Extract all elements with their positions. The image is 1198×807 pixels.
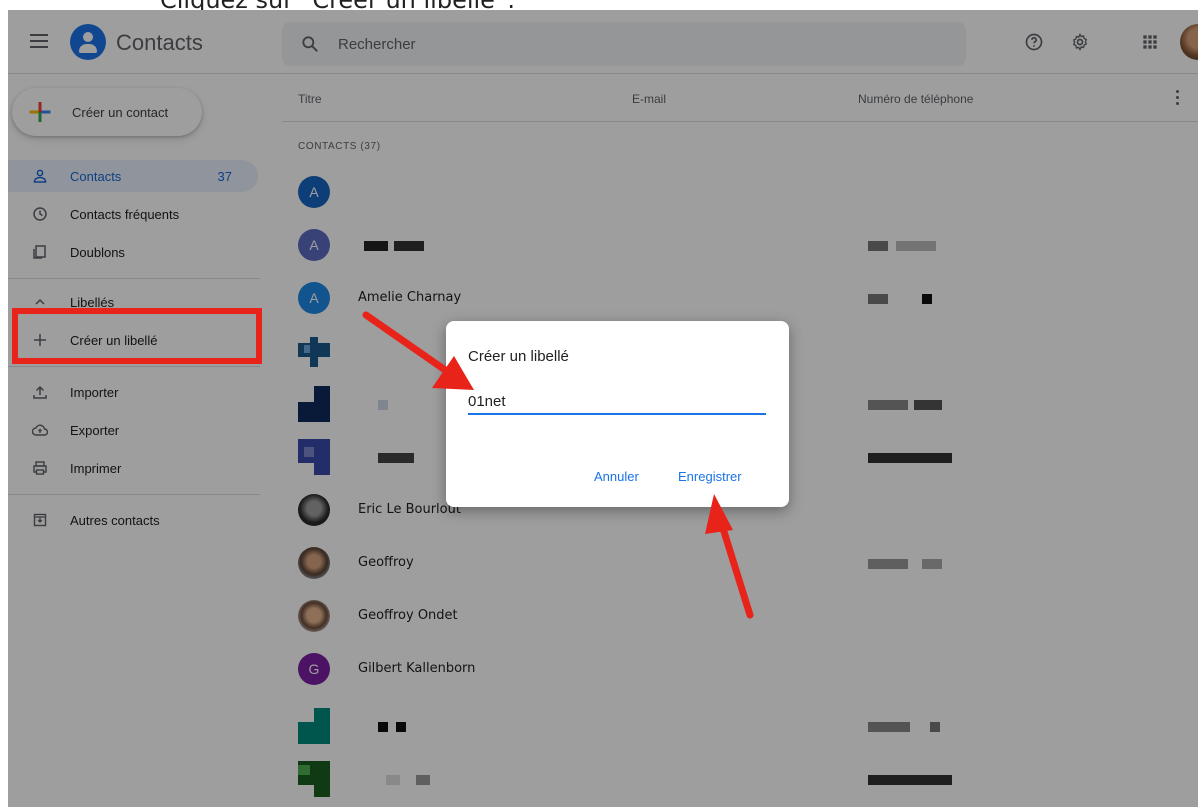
caption-text: Cliquez sur “Créer un libellé”.: [160, 0, 515, 10]
label-name-input[interactable]: [468, 389, 766, 415]
cancel-button[interactable]: Annuler: [594, 469, 639, 484]
create-label-dialog: Créer un libellé Annuler Enregistrer: [446, 321, 789, 507]
screen: Cliquez sur “Créer un libellé”. Contacts…: [0, 0, 1198, 807]
dialog-title: Créer un libellé: [468, 348, 569, 365]
tutorial-caption: Cliquez sur “Créer un libellé”.: [0, 0, 1198, 10]
save-button[interactable]: Enregistrer: [678, 469, 742, 484]
contacts-app: Contacts Créer un contact Contacts 37 Co…: [8, 10, 1198, 807]
highlight-box: [12, 308, 262, 364]
